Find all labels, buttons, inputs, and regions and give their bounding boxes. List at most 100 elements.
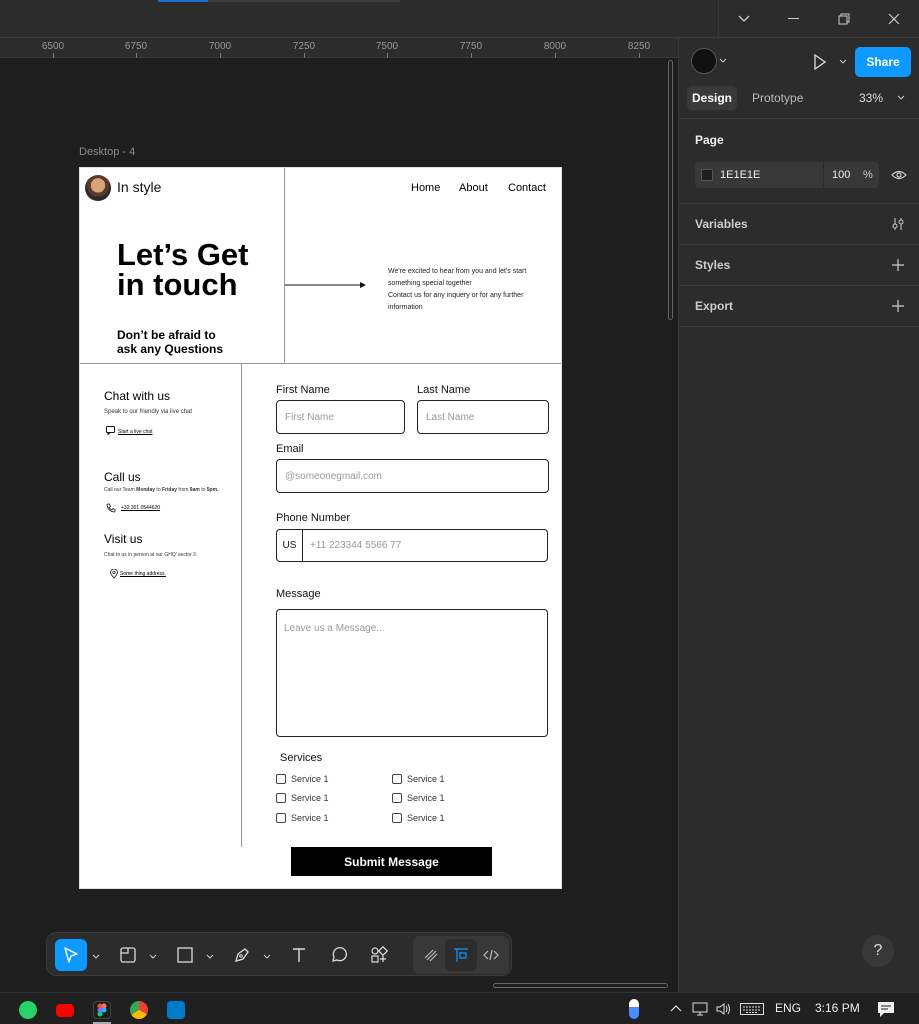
chrome-icon[interactable] xyxy=(130,1001,148,1019)
frame-tool-button[interactable] xyxy=(112,939,144,971)
export-title[interactable]: Export xyxy=(695,299,733,313)
page-opacity-value[interactable]: 100 xyxy=(832,169,850,181)
text-tool-button[interactable] xyxy=(283,939,315,971)
chevron-down-icon[interactable] xyxy=(897,95,905,101)
desktop-frame[interactable]: In style Home About Contact Let’s Get in… xyxy=(79,167,562,889)
chevron-down-icon[interactable] xyxy=(719,58,727,64)
chevron-down-icon[interactable] xyxy=(206,953,214,961)
text-icon xyxy=(293,948,305,962)
intro-text-2: something special together xyxy=(388,280,472,287)
last-name-input[interactable]: Last Name xyxy=(417,400,549,434)
last-name-label: Last Name xyxy=(417,384,471,396)
actions-tool-button[interactable] xyxy=(363,939,395,971)
chevron-down-icon[interactable] xyxy=(92,953,100,961)
styles-section[interactable]: Styles xyxy=(679,245,919,286)
export-section[interactable]: Export xyxy=(679,286,919,327)
ruler-tick: 7000 xyxy=(208,41,232,52)
service-checkbox[interactable]: Service 1 xyxy=(392,793,445,803)
country-code-select[interactable]: US xyxy=(277,530,303,561)
pen-tool-button[interactable] xyxy=(226,939,258,971)
eye-icon[interactable] xyxy=(891,169,907,181)
vscode-icon[interactable] xyxy=(167,1001,185,1019)
chat-link[interactable]: Start a live chat xyxy=(118,429,152,435)
draw-mode-button[interactable] xyxy=(415,939,447,971)
comment-tool-button[interactable] xyxy=(323,939,355,971)
chevron-down-icon[interactable] xyxy=(263,953,271,961)
submit-button[interactable]: Submit Message xyxy=(291,847,492,876)
chevron-down-icon[interactable] xyxy=(149,953,157,961)
volume-icon[interactable] xyxy=(716,1002,732,1016)
percent-sign: % xyxy=(863,169,873,181)
clock[interactable]: 3:16 PM xyxy=(815,1001,860,1015)
network-icon[interactable] xyxy=(692,1002,708,1016)
first-name-input[interactable]: First Name xyxy=(276,400,405,434)
chevron-up-icon[interactable] xyxy=(670,1004,682,1012)
services-label: Services xyxy=(280,752,323,764)
minimize-icon[interactable] xyxy=(769,0,819,38)
checkbox-icon[interactable] xyxy=(392,813,402,823)
color-swatch[interactable] xyxy=(701,169,713,181)
service-checkbox[interactable]: Service 1 xyxy=(392,774,445,784)
plus-icon[interactable] xyxy=(892,300,904,312)
email-input[interactable]: @someonegmail.com xyxy=(276,459,549,493)
phone-input[interactable]: +11 223344 5566 77 xyxy=(310,540,401,551)
sliders-icon[interactable] xyxy=(891,217,905,231)
page-fill-field[interactable]: 1E1E1E 100 % xyxy=(695,162,879,188)
restore-icon[interactable] xyxy=(819,0,869,38)
ruler-tick: 6750 xyxy=(124,41,148,52)
rectangle-icon xyxy=(177,947,193,963)
chat-bubble-icon xyxy=(106,426,115,435)
variables-title[interactable]: Variables xyxy=(695,217,748,231)
share-button[interactable]: Share xyxy=(855,47,911,77)
checkbox-icon[interactable] xyxy=(392,774,402,784)
user-avatar[interactable] xyxy=(691,48,717,74)
youtube-icon[interactable] xyxy=(56,1004,74,1017)
tool-bar xyxy=(46,932,512,976)
styles-title[interactable]: Styles xyxy=(695,258,730,272)
zoom-level[interactable]: 33% xyxy=(859,91,883,105)
arrow-right-icon xyxy=(285,282,366,288)
nav-contact[interactable]: Contact xyxy=(508,182,546,194)
notification-icon[interactable] xyxy=(877,1001,895,1018)
service-checkbox[interactable]: Service 1 xyxy=(276,793,329,803)
plus-icon[interactable] xyxy=(892,259,904,271)
tab-prototype[interactable]: Prototype xyxy=(752,91,803,105)
language-indicator[interactable]: ENG xyxy=(775,1001,801,1015)
visit-link[interactable]: Some thing address. xyxy=(120,571,166,577)
rectangle-tool-button[interactable] xyxy=(169,939,201,971)
call-link[interactable]: +32 301 0544620 xyxy=(121,505,160,511)
dev-mode-button[interactable] xyxy=(475,939,507,971)
move-tool-button[interactable] xyxy=(55,939,87,971)
whatsapp-icon[interactable] xyxy=(19,1001,37,1019)
phone-label: Phone Number xyxy=(276,512,350,524)
nav-about[interactable]: About xyxy=(459,182,488,194)
chevron-down-icon[interactable] xyxy=(839,59,847,65)
message-textarea[interactable]: Leave us a Message... xyxy=(276,609,548,737)
checkbox-icon[interactable] xyxy=(276,793,286,803)
play-icon[interactable] xyxy=(813,54,827,70)
thermometer-icon[interactable] xyxy=(629,999,639,1019)
horizontal-scrollbar[interactable] xyxy=(493,983,668,988)
chevron-down-icon[interactable] xyxy=(719,0,769,38)
figma-icon[interactable] xyxy=(93,1001,111,1019)
service-checkbox[interactable]: Service 1 xyxy=(276,774,329,784)
checkbox-icon[interactable] xyxy=(392,793,402,803)
service-checkbox[interactable]: Service 1 xyxy=(276,813,329,823)
variables-section[interactable]: Variables xyxy=(679,204,919,245)
hero-title-line-2: in touch xyxy=(117,267,238,302)
email-label: Email xyxy=(276,443,304,455)
close-icon[interactable] xyxy=(869,0,919,38)
intro-text-4: information xyxy=(388,304,423,311)
checkbox-icon[interactable] xyxy=(276,813,286,823)
nav-home[interactable]: Home xyxy=(411,182,440,194)
keyboard-icon[interactable] xyxy=(740,1003,764,1015)
design-mode-button[interactable] xyxy=(445,939,477,971)
service-checkbox[interactable]: Service 1 xyxy=(392,813,445,823)
tab-design[interactable]: Design xyxy=(687,86,737,110)
checkbox-icon[interactable] xyxy=(276,774,286,784)
help-button[interactable]: ? xyxy=(862,935,894,967)
page-color-value[interactable]: 1E1E1E xyxy=(720,169,760,181)
phone-field[interactable]: US +11 223344 5566 77 xyxy=(276,529,548,562)
frame-label[interactable]: Desktop - 4 xyxy=(79,146,135,158)
vertical-scrollbar[interactable] xyxy=(668,60,673,320)
